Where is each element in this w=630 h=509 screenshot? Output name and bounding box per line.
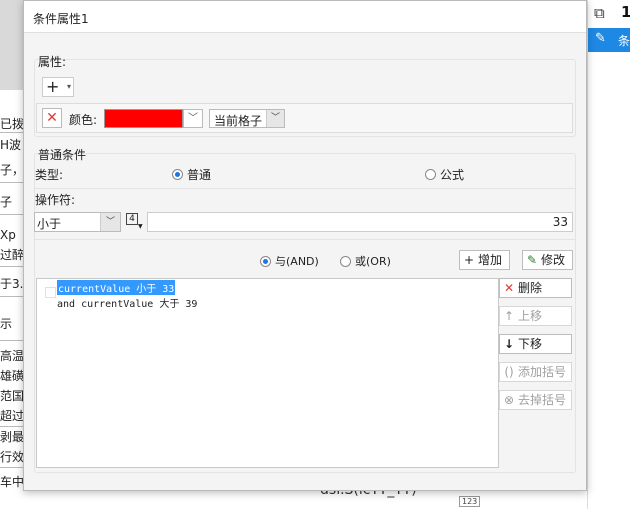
scope-select[interactable]: 当前格子 ﹀ xyxy=(209,109,285,128)
logic-and-label: 与(AND) xyxy=(275,255,319,268)
bg-text: 超过 xyxy=(0,409,25,423)
condition-value-input[interactable]: 33 xyxy=(147,212,573,232)
item-number: 1 xyxy=(621,3,630,21)
logic-and-radio[interactable]: 与(AND) xyxy=(260,253,319,269)
chevron-down-icon: ﹀ xyxy=(188,113,198,124)
background-badge: 123 xyxy=(459,496,481,507)
bg-text: 已拨 xyxy=(0,117,25,131)
move-down-label: 下移 xyxy=(518,337,543,351)
scope-select-value: 当前格子 xyxy=(214,114,263,128)
divider xyxy=(35,239,576,240)
radio-selected-icon xyxy=(172,169,183,180)
bg-text: 范国 xyxy=(0,389,25,403)
bg-text: 雄磺 xyxy=(0,369,25,383)
condition-item[interactable]: currentValue 小于 33 xyxy=(57,280,176,295)
bg-text: 子 xyxy=(0,195,13,209)
condition-list[interactable]: currentValue 小于 33 and currentValue 大于 3… xyxy=(36,278,499,468)
chevron-down-icon: ﹀ xyxy=(266,110,284,127)
bg-text: 剥最 xyxy=(0,430,25,444)
bg-text: Xp xyxy=(0,228,16,242)
pencil-icon: ✎ xyxy=(595,31,606,46)
delete-label: 删除 xyxy=(518,281,543,295)
bg-text: 过醉 xyxy=(0,248,25,262)
type-label: 类型: xyxy=(35,168,64,182)
property-section-label: 属性: xyxy=(38,55,67,69)
bg-text: 子， xyxy=(0,163,25,177)
move-down-button[interactable]: ↓ 下移 xyxy=(499,334,572,354)
copy-icon[interactable]: ⧉ xyxy=(594,4,605,22)
bg-text: 高温 xyxy=(0,349,25,363)
color-property-row: ✕ 颜色: ﹀ 当前格子 ﹀ xyxy=(36,103,573,133)
add-condition-button[interactable]: + 增加 xyxy=(459,250,510,270)
bracket-icon: () xyxy=(504,365,514,379)
delete-button[interactable]: ✕ 删除 xyxy=(499,278,572,298)
add-bracket-button[interactable]: () 添加括号 xyxy=(499,362,572,382)
dialog-title: 条件属性1 xyxy=(33,12,89,26)
edit-bar-label: 条 xyxy=(618,34,630,48)
bg-text: H波 xyxy=(0,138,22,152)
number-type-icon[interactable]: 4 ▼ xyxy=(125,212,144,231)
edit-icon: ✎ xyxy=(526,253,538,267)
logic-or-label: 或(OR) xyxy=(355,255,391,268)
arrow-down-icon: ↓ xyxy=(503,337,515,351)
type-formula-label: 公式 xyxy=(440,168,465,182)
type-formula-radio[interactable]: 公式 xyxy=(425,166,464,183)
normal-condition-label: 普通条件 xyxy=(38,148,87,162)
type-normal-label: 普通 xyxy=(187,168,212,182)
remove-bracket-label: 去掉括号 xyxy=(518,393,567,407)
chevron-down-icon: ﹀ xyxy=(100,213,120,231)
arrow-up-icon: ↑ xyxy=(503,309,515,323)
bg-text: 车中 xyxy=(0,475,25,489)
add-property-button[interactable]: + ▾ xyxy=(42,77,74,97)
type-normal-radio[interactable]: 普通 xyxy=(172,166,211,183)
move-up-button[interactable]: ↑ 上移 xyxy=(499,306,572,326)
close-icon: ✕ xyxy=(503,281,515,295)
color-dropdown-button[interactable]: ﹀ xyxy=(183,109,203,128)
logic-or-radio[interactable]: 或(OR) xyxy=(340,253,391,269)
background-right-panel: ⧉ 1 ✎ 条 xyxy=(587,0,630,509)
modify-condition-button[interactable]: ✎ 修改 xyxy=(522,250,573,270)
edit-bar[interactable]: ✎ 条 xyxy=(588,28,630,52)
plus-icon: + xyxy=(46,77,60,96)
add-bracket-label: 添加括号 xyxy=(518,365,567,379)
divider xyxy=(35,188,576,189)
bg-text: 行效 xyxy=(0,450,25,464)
bg-text: 于3. xyxy=(0,277,24,291)
bg-text: 示 xyxy=(0,317,13,331)
color-swatch[interactable] xyxy=(104,109,183,128)
remove-bracket-button[interactable]: ⊗ 去掉括号 xyxy=(499,390,572,410)
move-up-label: 上移 xyxy=(518,309,543,323)
condition-attribute-dialog: 条件属性1 属性: + ▾ ✕ 颜色: ﹀ 当前格子 ﹀ 普通条件 类型: 普通… xyxy=(23,0,587,491)
radio-unselected-icon xyxy=(340,255,351,267)
operator-label: 操作符: xyxy=(35,193,76,207)
remove-property-icon[interactable]: ✕ xyxy=(42,108,62,128)
dropdown-caret-icon: ▾ xyxy=(66,82,71,91)
add-condition-label: 增加 xyxy=(478,253,503,267)
operator-select-value: 小于 xyxy=(37,217,62,231)
plus-icon: + xyxy=(463,253,475,267)
operator-select[interactable]: 小于 ﹀ xyxy=(34,212,121,232)
modify-condition-label: 修改 xyxy=(541,253,566,267)
radio-unselected-icon xyxy=(425,169,436,180)
condition-item[interactable]: and currentValue 大于 39 xyxy=(57,295,197,310)
color-label: 颜色: xyxy=(69,113,98,127)
remove-bracket-icon: ⊗ xyxy=(503,393,515,407)
radio-selected-icon xyxy=(260,255,271,267)
dialog-titlebar[interactable]: 条件属性1 xyxy=(24,1,586,33)
list-checkbox[interactable] xyxy=(45,287,56,298)
